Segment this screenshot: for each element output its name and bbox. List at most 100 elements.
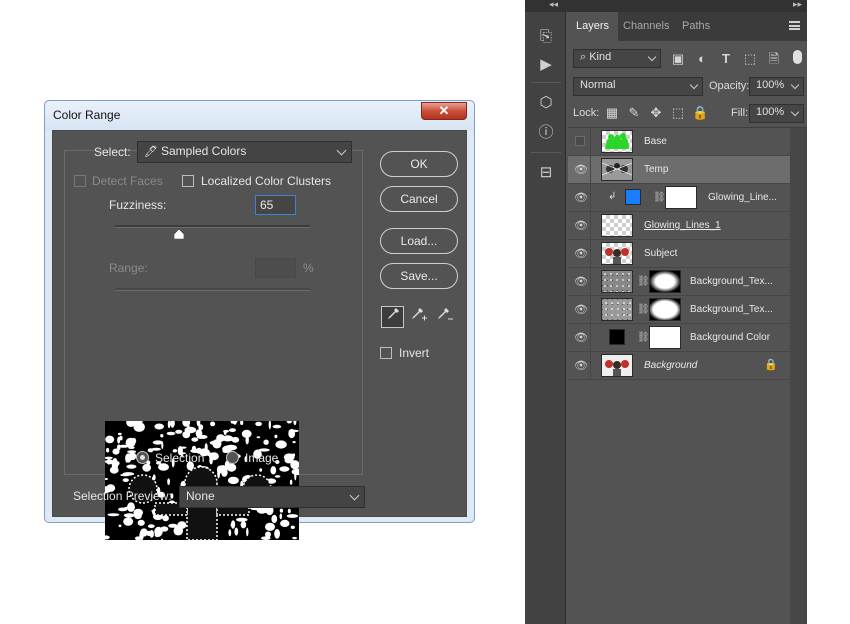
invert-checkbox[interactable]: [380, 347, 392, 359]
selection-radio[interactable]: [136, 451, 149, 464]
filter-smart-object-icon[interactable]: 🗎: [766, 51, 782, 67]
tab-channels[interactable]: Channels: [614, 12, 678, 41]
ok-button[interactable]: OK: [380, 151, 458, 177]
tab-paths[interactable]: Paths: [673, 12, 719, 41]
layer-row-subject[interactable]: 👁 Subject: [568, 240, 790, 268]
lock-position-icon[interactable]: ✥: [648, 105, 664, 121]
fuzziness-slider-thumb[interactable]: [174, 228, 185, 240]
eyedropper-minus-icon: [437, 308, 453, 320]
eye-icon[interactable]: 👁: [574, 220, 588, 232]
fill-field[interactable]: 100%: [749, 104, 804, 123]
filter-type-icon[interactable]: T: [718, 51, 734, 67]
eye-icon[interactable]: 👁: [574, 360, 588, 372]
link-chain-icon[interactable]: ⛓: [637, 275, 650, 289]
layers-panel-dock: ◂◂ ▸▸ ⎘ ▶ ⬡ ⓘ ⊟ Layers Channels Paths ⌕ …: [525, 0, 807, 624]
visibility-toggle-off[interactable]: [575, 136, 585, 146]
layer-filter-value: Kind: [589, 51, 612, 63]
fuzziness-input[interactable]: 65: [255, 195, 296, 215]
layer-name: Glowing_Lines_1: [644, 220, 721, 231]
layer-name: Base: [644, 136, 667, 147]
lock-image-brush-icon[interactable]: ✎: [626, 105, 642, 121]
layer-row-base[interactable]: Base: [568, 128, 790, 156]
panel-menu-icon[interactable]: [789, 21, 800, 30]
filter-pixel-icon[interactable]: ▣: [670, 51, 686, 67]
layer-name: Background_Tex...: [690, 304, 773, 315]
chevron-down-icon: [647, 52, 657, 62]
range-slider-track[interactable]: [115, 288, 310, 291]
layer-thumbnail: [601, 298, 633, 321]
lock-transparent-icon[interactable]: ▦: [604, 105, 620, 121]
eye-icon[interactable]: 👁: [574, 276, 588, 288]
opacity-field[interactable]: 100%: [749, 77, 804, 96]
visibility-column-divider: [590, 156, 591, 184]
layer-row-background[interactable]: 👁 Background 🔒: [568, 352, 790, 380]
link-chain-icon[interactable]: ⛓: [653, 191, 666, 205]
link-chain-icon[interactable]: ⛓: [637, 331, 650, 345]
range-input[interactable]: [255, 258, 296, 278]
history-icon[interactable]: ⎘: [534, 26, 558, 48]
layer-name: Subject: [644, 248, 678, 259]
visibility-column-divider: [590, 296, 591, 324]
eye-icon[interactable]: 👁: [574, 164, 588, 176]
select-dropdown[interactable]: 🖊 Sampled Colors: [137, 141, 352, 163]
image-radio[interactable]: [226, 451, 239, 464]
subtract-from-sample-button[interactable]: [433, 306, 456, 328]
3d-cube-icon[interactable]: ⬡: [534, 92, 558, 114]
layer-row-glowing-lines-1[interactable]: 👁 Glowing_Lines_1: [568, 212, 790, 240]
collapse-left-icon[interactable]: ◂◂: [549, 0, 558, 10]
visibility-column-divider: [590, 128, 591, 156]
layer-row-background-color[interactable]: 👁 ⛓ Background Color: [568, 324, 790, 352]
fuzziness-slider-track[interactable]: [115, 225, 310, 228]
layer-thumbnail: [601, 158, 633, 181]
localized-color-clusters-checkbox[interactable]: [182, 175, 194, 187]
layer-name: Temp: [644, 164, 669, 175]
filter-shape-icon[interactable]: ⬚: [742, 51, 758, 67]
blend-mode-dropdown[interactable]: Normal: [573, 77, 703, 96]
opacity-label: Opacity:: [709, 80, 750, 92]
eyedropper-tool-button[interactable]: [381, 306, 404, 328]
layers-scrollbar[interactable]: [790, 128, 807, 624]
visibility-column-divider: [590, 324, 591, 352]
filter-adjustment-icon[interactable]: ◐: [694, 51, 710, 67]
layer-filter-dropdown[interactable]: ⌕ Kind: [573, 49, 661, 68]
clone-source-icon[interactable]: ⊟: [534, 162, 558, 184]
selection-preview-value: None: [186, 489, 215, 503]
visibility-column-divider: [590, 352, 591, 380]
detect-faces-label: Detect Faces: [92, 174, 163, 188]
fill-value: 100%: [756, 106, 785, 118]
close-button[interactable]: ✕: [421, 102, 467, 120]
selection-preview-dropdown[interactable]: None: [179, 486, 365, 508]
cancel-button[interactable]: Cancel: [380, 186, 458, 212]
eye-icon[interactable]: 👁: [574, 248, 588, 260]
detect-faces-checkbox[interactable]: [74, 175, 86, 187]
layer-row-glowing-lines-fill[interactable]: 👁 ↲ ⛓ Glowing_Line...: [568, 184, 790, 212]
eye-icon[interactable]: 👁: [574, 332, 588, 344]
strip-divider: [531, 82, 561, 83]
eye-icon[interactable]: 👁: [574, 192, 588, 204]
filter-toggle[interactable]: [793, 50, 802, 64]
add-to-sample-button[interactable]: [407, 306, 430, 328]
link-chain-icon[interactable]: ⛓: [637, 303, 650, 317]
layer-thumbnail: [601, 354, 633, 377]
eye-icon[interactable]: 👁: [574, 304, 588, 316]
localized-color-clusters-label: Localized Color Clusters: [201, 174, 332, 188]
layer-row-temp[interactable]: 👁 Temp: [568, 156, 790, 184]
lock-all-icon[interactable]: 🔒: [692, 105, 708, 121]
lock-artboard-icon[interactable]: ⬚: [670, 105, 686, 121]
save-button[interactable]: Save...: [380, 263, 458, 289]
layer-thumbnail: [601, 242, 633, 265]
image-radio-label: Image: [245, 451, 279, 465]
load-button[interactable]: Load...: [380, 228, 458, 254]
layer-row-background-texture-2[interactable]: 👁 ⛓ Background_Tex...: [568, 296, 790, 324]
info-icon[interactable]: ⓘ: [534, 122, 558, 144]
fuzziness-label: Fuzziness:: [109, 198, 167, 212]
layer-mask-thumbnail: [649, 270, 681, 293]
dialog-titlebar[interactable]: Color Range ✕: [45, 101, 474, 130]
tab-layers[interactable]: Layers: [567, 12, 619, 41]
collapse-right-icon[interactable]: ▸▸: [793, 0, 802, 10]
selection-radio-label: Selection: [155, 451, 205, 465]
layer-thumbnail: [601, 270, 633, 293]
visibility-column-divider: [590, 184, 591, 212]
layer-row-background-texture-1[interactable]: 👁 ⛓ Background_Tex...: [568, 268, 790, 296]
actions-play-icon[interactable]: ▶: [534, 54, 558, 76]
